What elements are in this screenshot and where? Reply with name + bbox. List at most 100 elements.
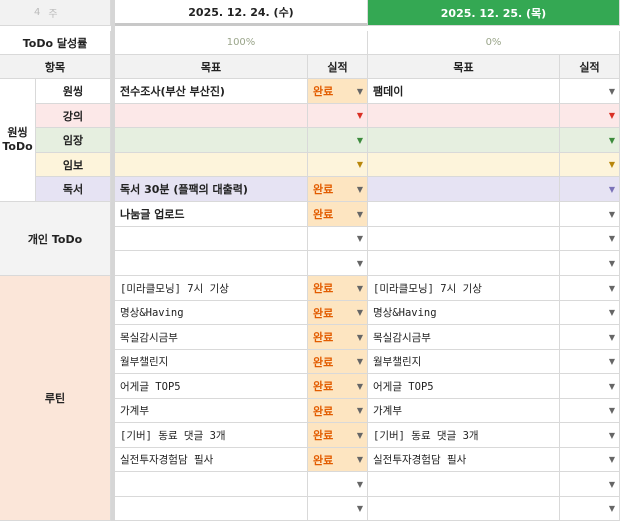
- goal-cell[interactable]: [368, 227, 560, 251]
- dropdown-arrow-icon[interactable]: ▼: [357, 136, 363, 145]
- dropdown-arrow-icon[interactable]: ▼: [357, 455, 363, 464]
- result-dropdown[interactable]: ▼: [308, 153, 368, 177]
- goal-cell[interactable]: [115, 128, 308, 153]
- result-dropdown[interactable]: ▼: [308, 251, 368, 276]
- todo-rate-day2[interactable]: 0%: [368, 31, 620, 55]
- goal-cell[interactable]: [368, 497, 560, 521]
- goal-cell[interactable]: [115, 104, 308, 128]
- dropdown-arrow-icon[interactable]: ▼: [357, 357, 363, 366]
- dropdown-arrow-icon[interactable]: ▼: [609, 87, 615, 96]
- goal-cell[interactable]: 가계부: [368, 399, 560, 423]
- goal-cell[interactable]: [기버] 동료 댓글 3개: [368, 423, 560, 448]
- result-dropdown[interactable]: 완료 ▼: [308, 79, 368, 104]
- result-dropdown[interactable]: ▼: [308, 227, 368, 251]
- goal-cell[interactable]: [115, 227, 308, 251]
- goal-cell[interactable]: 명상&Having: [115, 301, 308, 325]
- result-dropdown[interactable]: 완료 ▼: [308, 276, 368, 301]
- goal-cell[interactable]: 어게글 TOP5: [368, 374, 560, 399]
- todo-rate-day1[interactable]: 100%: [115, 31, 368, 55]
- result-dropdown[interactable]: ▼: [560, 227, 620, 251]
- dropdown-arrow-icon[interactable]: ▼: [357, 160, 363, 169]
- goal-cell[interactable]: 월부챌린지: [115, 350, 308, 374]
- dropdown-arrow-icon[interactable]: ▼: [609, 504, 615, 513]
- result-dropdown[interactable]: ▼: [560, 276, 620, 301]
- dropdown-arrow-icon[interactable]: ▼: [609, 406, 615, 415]
- result-dropdown[interactable]: 완료 ▼: [308, 350, 368, 374]
- goal-cell[interactable]: 월부챌린지: [368, 350, 560, 374]
- dropdown-arrow-icon[interactable]: ▼: [357, 308, 363, 317]
- dropdown-arrow-icon[interactable]: ▼: [357, 111, 363, 120]
- result-dropdown[interactable]: ▼: [560, 350, 620, 374]
- dropdown-arrow-icon[interactable]: ▼: [357, 87, 363, 96]
- result-dropdown[interactable]: ▼: [308, 472, 368, 497]
- dropdown-arrow-icon[interactable]: ▼: [609, 333, 615, 342]
- goal-cell[interactable]: [115, 497, 308, 521]
- goal-cell[interactable]: [미라클모닝] 7시 기상: [368, 276, 560, 301]
- dropdown-arrow-icon[interactable]: ▼: [357, 431, 363, 440]
- goal-cell[interactable]: [기버] 동료 댓글 3개: [115, 423, 308, 448]
- goal-cell[interactable]: [368, 472, 560, 497]
- goal-cell[interactable]: [368, 251, 560, 276]
- dropdown-arrow-icon[interactable]: ▼: [609, 308, 615, 317]
- result-dropdown[interactable]: 완료 ▼: [308, 177, 368, 202]
- result-dropdown[interactable]: ▼: [560, 177, 620, 202]
- result-dropdown[interactable]: ▼: [560, 448, 620, 472]
- goal-cell[interactable]: 실전투자경험담 필사: [368, 448, 560, 472]
- result-dropdown[interactable]: ▼: [560, 497, 620, 521]
- dropdown-arrow-icon[interactable]: ▼: [609, 357, 615, 366]
- result-dropdown[interactable]: 완료 ▼: [308, 202, 368, 227]
- dropdown-arrow-icon[interactable]: ▼: [609, 455, 615, 464]
- result-dropdown[interactable]: 완료 ▼: [308, 374, 368, 399]
- result-dropdown[interactable]: 완료 ▼: [308, 423, 368, 448]
- dropdown-arrow-icon[interactable]: ▼: [609, 284, 615, 293]
- goal-cell[interactable]: [368, 177, 560, 202]
- date-header-1[interactable]: 2025. 12. 24. (수): [115, 0, 368, 26]
- goal-cell[interactable]: [115, 153, 308, 177]
- dropdown-arrow-icon[interactable]: ▼: [357, 382, 363, 391]
- result-dropdown[interactable]: ▼: [560, 104, 620, 128]
- goal-cell[interactable]: 독서 30분 (플팩의 대출력): [115, 177, 308, 202]
- goal-cell[interactable]: [368, 202, 560, 227]
- result-dropdown[interactable]: 완료 ▼: [308, 325, 368, 350]
- result-dropdown[interactable]: ▼: [560, 301, 620, 325]
- dropdown-arrow-icon[interactable]: ▼: [357, 210, 363, 219]
- result-dropdown[interactable]: ▼: [560, 374, 620, 399]
- goal-cell[interactable]: 어게글 TOP5: [115, 374, 308, 399]
- dropdown-arrow-icon[interactable]: ▼: [609, 185, 615, 194]
- date-header-2[interactable]: 2025. 12. 25. (목): [368, 0, 620, 26]
- goal-cell[interactable]: 목실감시금부: [115, 325, 308, 350]
- result-dropdown[interactable]: ▼: [308, 128, 368, 153]
- dropdown-arrow-icon[interactable]: ▼: [609, 136, 615, 145]
- goal-cell[interactable]: 전수조사(부산 부산진): [115, 79, 308, 104]
- result-dropdown[interactable]: ▼: [560, 423, 620, 448]
- result-dropdown[interactable]: 완료 ▼: [308, 448, 368, 472]
- dropdown-arrow-icon[interactable]: ▼: [609, 431, 615, 440]
- dropdown-arrow-icon[interactable]: ▼: [357, 333, 363, 342]
- dropdown-arrow-icon[interactable]: ▼: [609, 259, 615, 268]
- dropdown-arrow-icon[interactable]: ▼: [609, 382, 615, 391]
- goal-cell[interactable]: 가계부: [115, 399, 308, 423]
- dropdown-arrow-icon[interactable]: ▼: [357, 234, 363, 243]
- dropdown-arrow-icon[interactable]: ▼: [357, 480, 363, 489]
- goal-cell[interactable]: [미라클모닝] 7시 기상: [115, 276, 308, 301]
- dropdown-arrow-icon[interactable]: ▼: [609, 480, 615, 489]
- dropdown-arrow-icon[interactable]: ▼: [357, 504, 363, 513]
- dropdown-arrow-icon[interactable]: ▼: [609, 234, 615, 243]
- result-dropdown[interactable]: ▼: [560, 153, 620, 177]
- dropdown-arrow-icon[interactable]: ▼: [357, 185, 363, 194]
- dropdown-arrow-icon[interactable]: ▼: [357, 406, 363, 415]
- dropdown-arrow-icon[interactable]: ▼: [609, 210, 615, 219]
- result-dropdown[interactable]: ▼: [560, 251, 620, 276]
- result-dropdown[interactable]: 완료 ▼: [308, 399, 368, 423]
- dropdown-arrow-icon[interactable]: ▼: [609, 111, 615, 120]
- result-dropdown[interactable]: ▼: [560, 128, 620, 153]
- result-dropdown[interactable]: ▼: [560, 79, 620, 104]
- result-dropdown[interactable]: ▼: [560, 325, 620, 350]
- result-dropdown[interactable]: ▼: [308, 104, 368, 128]
- dropdown-arrow-icon[interactable]: ▼: [357, 259, 363, 268]
- goal-cell[interactable]: 나눔글 업로드: [115, 202, 308, 227]
- result-dropdown[interactable]: ▼: [560, 399, 620, 423]
- result-dropdown[interactable]: ▼: [560, 472, 620, 497]
- goal-cell[interactable]: [115, 472, 308, 497]
- result-dropdown[interactable]: ▼: [308, 497, 368, 521]
